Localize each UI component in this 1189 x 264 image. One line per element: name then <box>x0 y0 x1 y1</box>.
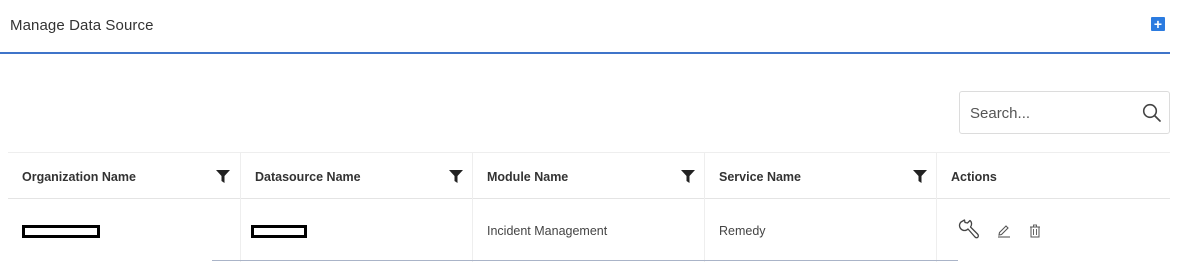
column-header-label: Actions <box>951 169 997 184</box>
add-datasource-button[interactable]: + <box>1151 17 1165 31</box>
filter-icon[interactable] <box>449 170 463 183</box>
filter-icon[interactable] <box>681 170 695 183</box>
filter-icon[interactable] <box>216 170 230 183</box>
cell-actions <box>936 200 1170 262</box>
wrench-icon[interactable] <box>957 219 979 243</box>
row-actions <box>951 219 1041 243</box>
column-header-organization-name: Organization Name <box>8 153 240 200</box>
column-header-label: Service Name <box>719 169 802 184</box>
cell-service-name: Remedy <box>704 200 936 262</box>
row-divider <box>212 260 958 261</box>
edit-pencil-icon[interactable] <box>997 224 1011 238</box>
search-box <box>959 91 1170 134</box>
trash-icon[interactable] <box>1029 224 1041 238</box>
column-header-label: Datasource Name <box>255 169 361 184</box>
page-title: Manage Data Source <box>10 17 154 34</box>
plus-icon: + <box>1153 16 1163 32</box>
column-header-label: Module Name <box>487 169 569 184</box>
page-header: Manage Data Source + <box>0 0 1170 54</box>
search-input[interactable] <box>970 101 1130 125</box>
redacted-value <box>22 224 100 238</box>
search-icon[interactable] <box>1142 103 1162 123</box>
filter-icon[interactable] <box>913 170 927 183</box>
column-header-label: Organization Name <box>22 169 136 184</box>
table-row: Incident Management Remedy <box>8 200 1170 262</box>
table-header: Organization Name Datasource Name Module… <box>8 152 1170 200</box>
column-header-service-name: Service Name <box>704 153 936 200</box>
column-header-module-name: Module Name <box>472 153 704 200</box>
cell-datasource-name <box>240 200 472 262</box>
column-header-actions: Actions <box>936 153 1170 200</box>
column-header-datasource-name: Datasource Name <box>240 153 472 200</box>
cell-organization-name <box>8 200 240 262</box>
redacted-value <box>251 224 307 238</box>
cell-module-name: Incident Management <box>472 200 704 262</box>
